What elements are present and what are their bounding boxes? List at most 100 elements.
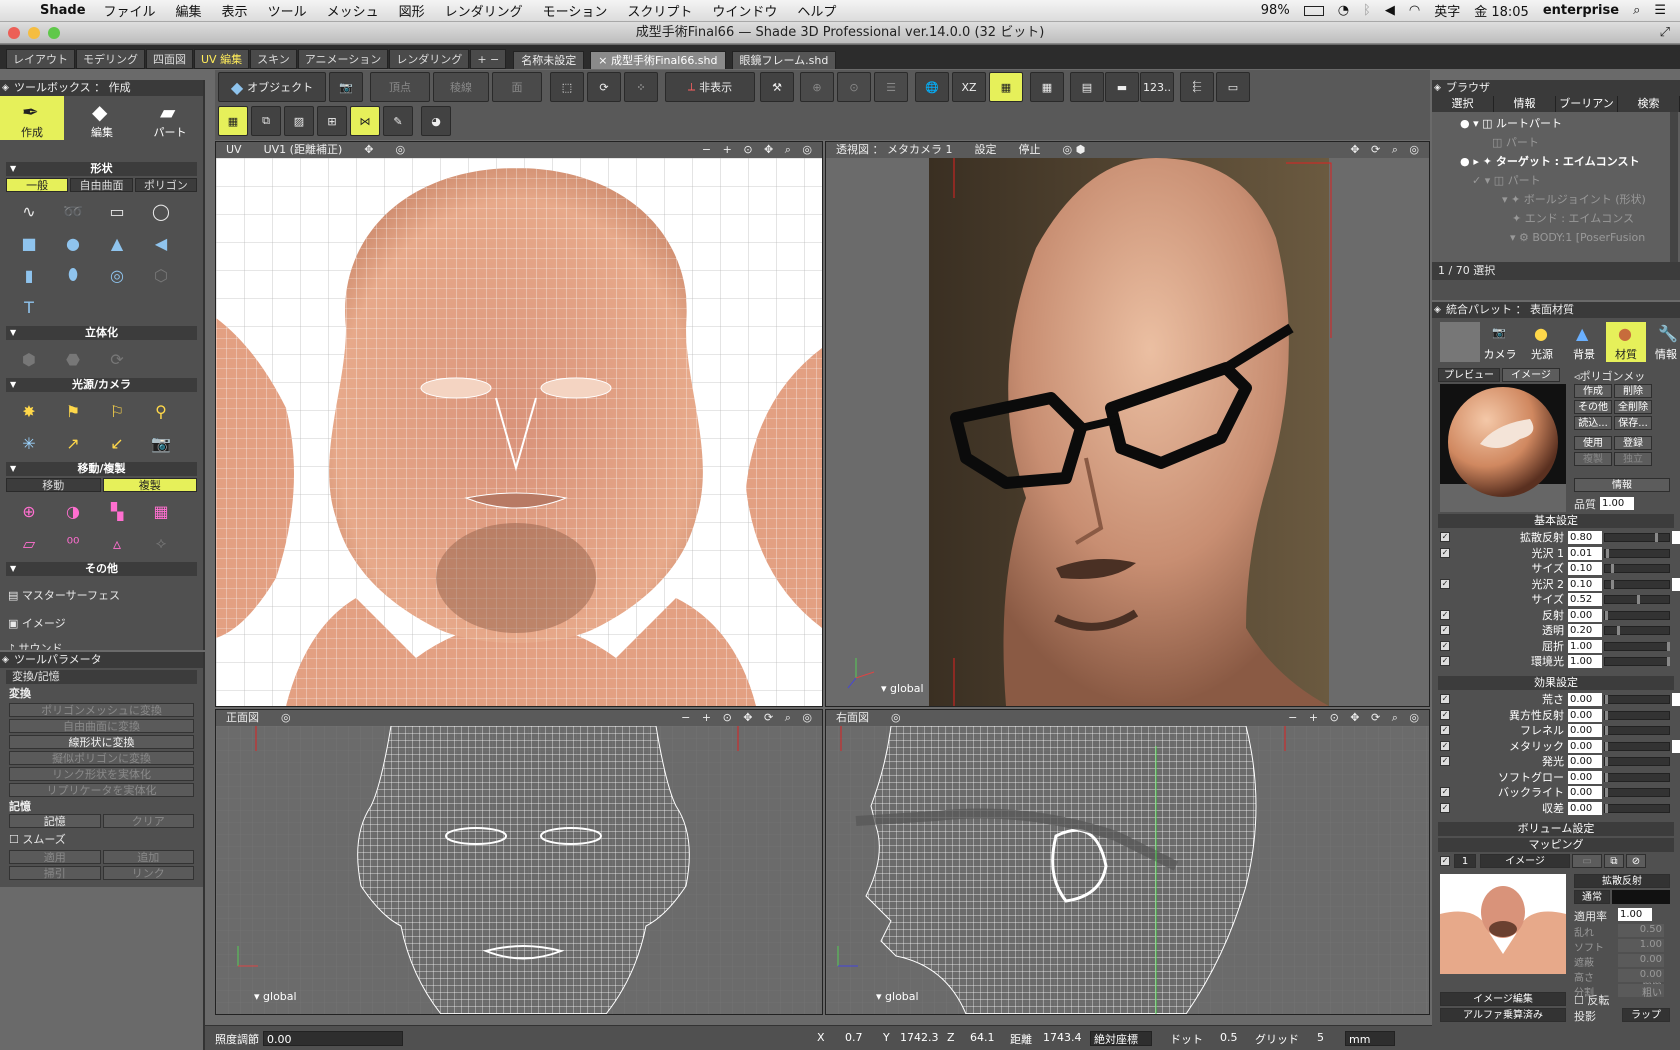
sound-item[interactable]: ♪ サウンド [8,638,195,650]
basic-setting-checkbox[interactable]: ✓ [1440,532,1450,542]
effect-settings-section[interactable]: 効果設定 [1438,676,1674,690]
effect-setting-slider[interactable] [1604,695,1670,704]
zoom-window-button[interactable] [48,27,60,39]
hide-button[interactable]: ⟂ 非表示 [665,72,755,102]
shear-copy-icon[interactable]: ▱ [16,530,42,556]
basic-setting-value-field[interactable]: 0.10 [1568,562,1602,575]
basic-setting-checkbox[interactable]: ✓ [1440,640,1450,651]
basic-setting-checkbox[interactable]: ✓ [1440,547,1450,558]
effect-setting-slider-thumb[interactable] [1605,726,1608,735]
image-tab[interactable]: イメージ [1502,368,1560,382]
basic-setting-value-field[interactable]: 0.00 [1568,608,1602,622]
area-light-icon[interactable]: ✳ [16,430,42,456]
light-target-icon[interactable]: ⚐ [104,398,130,424]
render-camera-button[interactable]: 📷 [329,72,363,102]
part-mode-button[interactable]: ▰ パート [138,96,202,140]
load-material-button[interactable]: 読込... [1574,416,1612,430]
basic-settings-section[interactable]: 基本設定 [1438,514,1674,528]
tree-item-body[interactable]: ▾ ⚙ BODY:1 [PoserFusion [1432,228,1668,247]
menu-rendering[interactable]: レンダリング [445,1,523,20]
effect-setting-value-field[interactable]: 0.00 [1568,755,1602,768]
palette-material[interactable]: ● 材質 [1606,322,1646,362]
effect-setting-slider-thumb[interactable] [1605,741,1608,751]
image-edit-select[interactable]: イメージ編集 [1440,992,1566,1006]
effect-setting-slider[interactable] [1604,772,1670,782]
file-tab-active[interactable]: × 成型手術Final66.shd [590,51,726,69]
persp-coord-menu[interactable]: ▾ global [881,682,924,695]
effect-setting-color-swatch[interactable] [1672,693,1680,706]
blend-color-swatch[interactable] [1612,890,1670,904]
point-light-icon[interactable]: ✸ [16,398,42,424]
basic-setting-slider-thumb[interactable] [1617,626,1621,635]
close-window-button[interactable] [8,27,20,39]
cone-tool-icon[interactable]: ▲ [104,230,130,256]
mapping-type-select[interactable]: イメージ [1480,854,1570,868]
table-icon[interactable]: ▤ [1070,72,1104,102]
view-controls-icon[interactable]: − + ⊙ ✥ ⟳ ⌕ ◎ [1288,710,1423,726]
effect-setting-slider-thumb[interactable] [1605,803,1608,813]
right-view-menu[interactable]: 右面図 [836,710,869,726]
tree-item-end[interactable]: ✦ エンド : エイムコンス [1432,209,1668,228]
uv-viewport[interactable]: UV UV1 (距離補正) ✥ ◎ − + ⊙ ✥ ⌕ ◎ [215,141,823,707]
effect-setting-slider-thumb[interactable] [1605,788,1608,797]
shape-tab-polygon[interactable]: ポリゴン [134,178,197,192]
menu-motion[interactable]: モーション [543,1,608,20]
target-icon[interactable]: ◎ [891,710,901,726]
effect-setting-value-field[interactable]: 0.00 [1568,693,1602,706]
effect-setting-checkbox[interactable]: ✓ [1440,802,1450,813]
projection-select[interactable]: ラップ [1622,1008,1670,1022]
view-controls-icon[interactable]: − + ⊙ ✥ ⌕ ◎ [702,142,816,158]
torus-tool-icon[interactable]: ◎ [104,262,130,288]
basic-setting-slider-thumb[interactable] [1667,657,1670,666]
basic-setting-checkbox[interactable]: ✓ [1440,578,1450,589]
uv-layers-icon[interactable]: ⧉ [251,106,281,136]
mapping-delete-icon[interactable]: ⊘ [1626,854,1646,868]
basic-setting-slider[interactable] [1604,657,1670,666]
basic-setting-value-field[interactable]: 0.01 [1568,546,1602,560]
menu-view[interactable]: 表示 [222,1,248,20]
light-icon[interactable]: ⚲ [148,398,174,424]
palette-light[interactable]: ● 光源 [1522,322,1562,362]
front-coord-menu[interactable]: ▾ global [254,990,297,1003]
light-adjust-field[interactable]: 0.00 [263,1031,403,1046]
image-item[interactable]: ▣ イメージ [8,610,195,638]
object-mode-button[interactable]: ◆ オブジェクト [218,72,326,102]
wifi-icon[interactable]: ◠ [1409,3,1420,18]
front-viewport[interactable]: 正面図 ◎ − + ⊙ ✥ ⟳ ⌕ ◎ ▾ global [215,709,823,1015]
effect-setting-checkbox[interactable]: ✓ [1440,740,1450,751]
rect-select-icon[interactable]: ⬚ [550,72,584,102]
bluetooth-icon[interactable]: ᛒ [1363,3,1371,18]
clock[interactable]: 金 18:05 [1474,1,1529,20]
basic-setting-slider-thumb[interactable] [1637,595,1641,604]
globe-icon[interactable]: 🌐 [915,72,949,102]
box-tool-icon[interactable]: ■ [16,230,42,256]
move-tab[interactable]: 移動 [6,478,101,492]
tree-item-part-2[interactable]: ✓ ▾ ◫ パート [1432,171,1668,190]
effect-setting-slider[interactable] [1604,726,1670,735]
menu-file[interactable]: ファイル [104,1,156,20]
mode-tab-modeling[interactable]: モデリング [76,49,145,69]
basic-setting-slider[interactable] [1604,595,1670,604]
material-brush-icon[interactable] [1440,322,1480,362]
effect-setting-value-field[interactable]: 0.00 [1568,708,1602,722]
basic-setting-value-field[interactable]: 0.52 [1568,593,1602,606]
numeric-input-button[interactable]: 123.. [1140,72,1174,102]
uv-hatch-icon[interactable]: ▨ [284,106,314,136]
alpha-select[interactable]: アルファ乗算済み [1440,1008,1566,1022]
basic-setting-slider[interactable] [1604,533,1670,542]
circle-tool-icon[interactable]: ◯ [148,198,174,224]
text-tool-icon[interactable]: T [16,294,42,320]
file-tab-untitled[interactable]: 名称未設定 [513,51,585,69]
capsule-tool-icon[interactable]: ⬮ [60,262,86,288]
minimize-window-button[interactable] [28,27,40,39]
section-shape[interactable]: 形状 [6,162,197,176]
memory-button[interactable]: 記憶 [9,814,101,828]
browser-tab-search[interactable]: 検索 [1618,96,1680,112]
delete-material-button[interactable]: 削除 [1614,384,1652,398]
effect-setting-slider-thumb[interactable] [1605,710,1608,720]
palette-camera[interactable]: 📷 カメラ [1480,322,1520,362]
rectangle-tool-icon[interactable]: ▭ [104,198,130,224]
grid-icon[interactable]: ▦ [1030,72,1064,102]
mode-tab-uv-edit[interactable]: UV 編集 [194,49,250,69]
effect-setting-value-field[interactable]: 0.00 [1568,786,1602,799]
